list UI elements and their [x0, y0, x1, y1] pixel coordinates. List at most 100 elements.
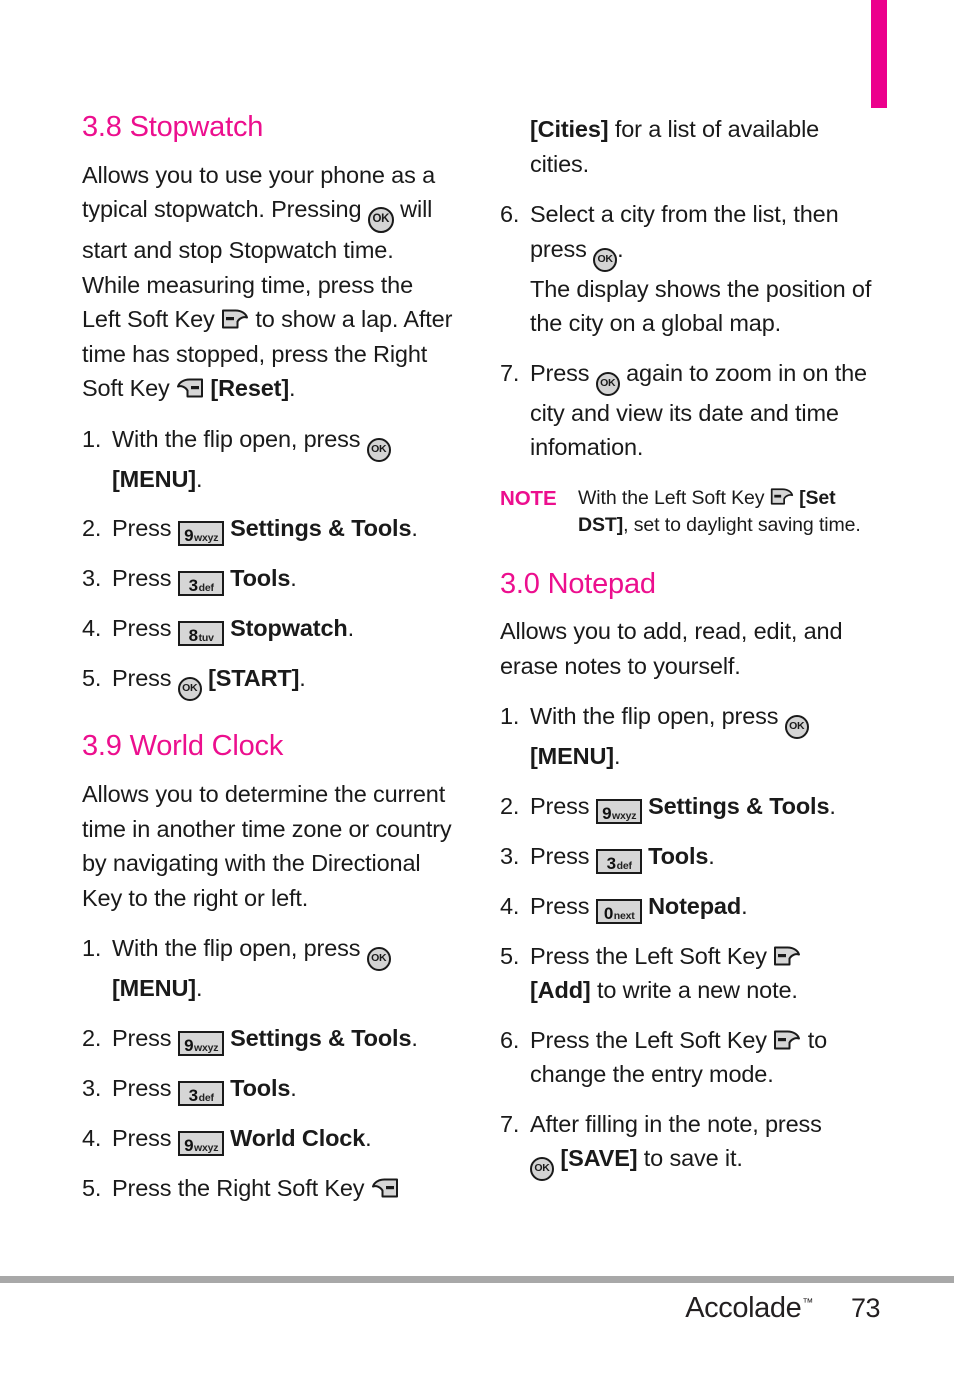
step-number: 2. [82, 1024, 102, 1051]
step-text-part: . [365, 1124, 372, 1151]
step-number: 4. [500, 892, 520, 919]
left-soft-key-icon [773, 944, 801, 968]
step-text: Select a city from the list, then press … [530, 197, 872, 341]
step-number: 3. [82, 565, 102, 592]
step-text: Press 9wxyz World Clock. [112, 1121, 454, 1156]
step-text-part: Press [112, 515, 172, 542]
step-item: 6. Press the Left Soft Key to change the… [500, 1023, 872, 1092]
world-clock-steps-list: 1. With the flip open, press OK [MENU]. … [82, 931, 454, 1205]
ok-key-icon: OK [177, 677, 202, 702]
page-footer: Accolade™ 73 [685, 1292, 880, 1325]
key-digit: 3 [606, 853, 616, 873]
step-number: 1. [82, 425, 102, 452]
note-text-part: , set to daylight saving time. [623, 513, 861, 536]
step-text: With the flip open, press OK [MENU]. [112, 931, 454, 1006]
key-digit: 9 [602, 803, 612, 823]
menu-entry-label: Settings & Tools [230, 1024, 412, 1051]
step-text-part: Press [530, 892, 590, 919]
right-column: [Cities] for a list of available cities.… [500, 112, 872, 1196]
key-digit: 8 [188, 626, 198, 646]
left-soft-key-icon [221, 307, 249, 331]
menu-entry-label: Stopwatch [230, 615, 348, 642]
step-continuation-text: The display shows the position of the ci… [530, 275, 872, 337]
menu-entry-label: Tools [648, 842, 709, 869]
step-item: 4. Press 0next Notepad. [500, 889, 872, 924]
step-text-part: . [708, 842, 715, 869]
step-text-part: . [829, 792, 836, 819]
step-text-part: . [347, 615, 355, 642]
left-column: 3.8 Stopwatch Allows you to use your pho… [82, 111, 454, 1220]
step-item: 3. Press 3def Tools. [82, 1071, 454, 1106]
key-letters: wxyz [194, 1141, 219, 1154]
step-item: 5. Press the Right Soft Key [82, 1171, 454, 1206]
step-text-part: Select a city from the list, then press [530, 201, 839, 262]
step-text: Press 9wxyz Settings & Tools. [530, 789, 872, 824]
note-text-part: With the Left Soft Key [578, 486, 765, 509]
step-text: Press OK [START]. [112, 661, 454, 702]
step-number: 7. [500, 1110, 520, 1137]
step-number: 4. [82, 615, 102, 642]
menu-entry-label: Tools [230, 1074, 291, 1101]
menu-entry-label: Settings & Tools [648, 792, 830, 819]
step-text: Press 3def Tools. [112, 1071, 454, 1106]
step-number: 4. [82, 1124, 102, 1151]
step-number: 2. [500, 792, 520, 819]
step-item: 3. Press 3def Tools. [500, 839, 872, 874]
ok-key-icon: OK [595, 371, 620, 396]
key-digit: 3 [188, 1085, 198, 1105]
step-text-part: . [741, 892, 748, 919]
stopwatch-intro-paragraph: Allows you to use your phone as a typica… [82, 158, 454, 406]
keypad-9-icon: 9wxyz [177, 1030, 224, 1056]
step-item: 7. After filling in the note, press OK [… [500, 1107, 872, 1182]
keypad-9-icon: 9wxyz [177, 521, 224, 547]
step-number: 5. [82, 665, 102, 692]
notepad-steps-list: 1. With the flip open, press OK [MENU]. … [500, 699, 872, 1182]
step-text-part: . [195, 975, 203, 1002]
step-text: With the flip open, press OK [MENU]. [530, 699, 872, 774]
step-number: 1. [82, 935, 102, 962]
step-text: Press the Left Soft Key to change the en… [530, 1023, 872, 1092]
step-text-part: to save it. [643, 1145, 743, 1172]
step-text-part: Press [112, 1074, 172, 1101]
step-text-part: Press the Right Soft Key [112, 1174, 365, 1201]
step-text-part: Press [112, 1124, 172, 1151]
manual-page: 3.8 Stopwatch Allows you to use your pho… [0, 0, 954, 1374]
start-softkey-label: [START] [208, 665, 300, 692]
step-text-part: Press [530, 359, 590, 386]
key-letters: def [616, 859, 632, 872]
keypad-9-icon: 9wxyz [595, 798, 642, 824]
step-item: 5. Press the Left Soft Key [Add] to writ… [500, 939, 872, 1008]
right-soft-key-icon [371, 1176, 399, 1200]
step-item: 1. With the flip open, press OK [MENU]. [82, 422, 454, 497]
step-text: Press 3def Tools. [530, 839, 872, 874]
world-clock-step5-continuation: [Cities] for a list of available cities. [530, 112, 872, 181]
section-heading-stopwatch: 3.8 Stopwatch [82, 111, 264, 143]
step-text-part: . [290, 565, 297, 592]
trademark-symbol: ™ [802, 1297, 813, 1310]
keypad-9-icon: 9wxyz [177, 1130, 224, 1156]
step-text: Press the Right Soft Key [112, 1171, 454, 1206]
ok-key-icon: OK [366, 947, 391, 972]
step-item: 2. Press 9wxyz Settings & Tools. [500, 789, 872, 824]
keypad-3-icon: 3def [177, 571, 224, 597]
menu-entry-label: Notepad [648, 892, 742, 919]
step-text-part: Press [112, 1024, 172, 1051]
step-text-part: to write a new note. [596, 977, 798, 1004]
step-number: 5. [82, 1174, 102, 1201]
step-text: Press 9wxyz Settings & Tools. [112, 511, 454, 547]
step-text-part: Press [112, 615, 172, 642]
cities-softkey-label: [Cities] [530, 116, 609, 142]
step-text: Press 9wxyz Settings & Tools. [112, 1021, 454, 1056]
step-text: Press 8tuv Stopwatch. [112, 611, 454, 647]
key-letters: def [198, 582, 214, 595]
step-number: 2. [82, 515, 102, 542]
step-number: 3. [82, 1074, 102, 1101]
ok-key-icon: OK [367, 207, 394, 234]
keypad-8-icon: 8tuv [177, 621, 224, 647]
step-text: After filling in the note, press OK [SAV… [530, 1107, 872, 1182]
note-block: NOTE With the Left Soft Key [Set DST], s… [500, 485, 872, 539]
step-item: 2. Press 9wxyz Settings & Tools. [82, 1021, 454, 1056]
stopwatch-intro-text-5: . [289, 375, 296, 402]
key-digit: 9 [184, 526, 194, 546]
step-text-part: . [299, 665, 306, 692]
